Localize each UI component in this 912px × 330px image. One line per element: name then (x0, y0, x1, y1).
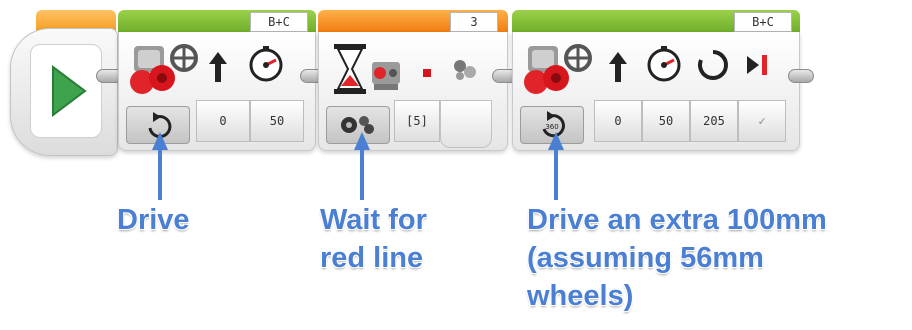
caption-wait: Wait for red line (320, 201, 427, 277)
caption-extra: Drive an extra 100mm (assuming 56mm whee… (527, 201, 827, 315)
arrow-wait (354, 132, 370, 200)
arrow-extra (548, 132, 564, 200)
caption-drive-text: Drive (117, 204, 190, 236)
caption-wait-line1: Wait for (320, 204, 427, 236)
caption-wait-line2: red line (320, 242, 424, 274)
caption-drive: Drive (117, 201, 190, 239)
caption-extra-line1: Drive an extra 100mm (527, 204, 827, 236)
arrow-drive (152, 132, 168, 200)
caption-extra-line3: wheels) (527, 280, 634, 312)
caption-extra-line2: (assuming 56mm (527, 242, 764, 274)
